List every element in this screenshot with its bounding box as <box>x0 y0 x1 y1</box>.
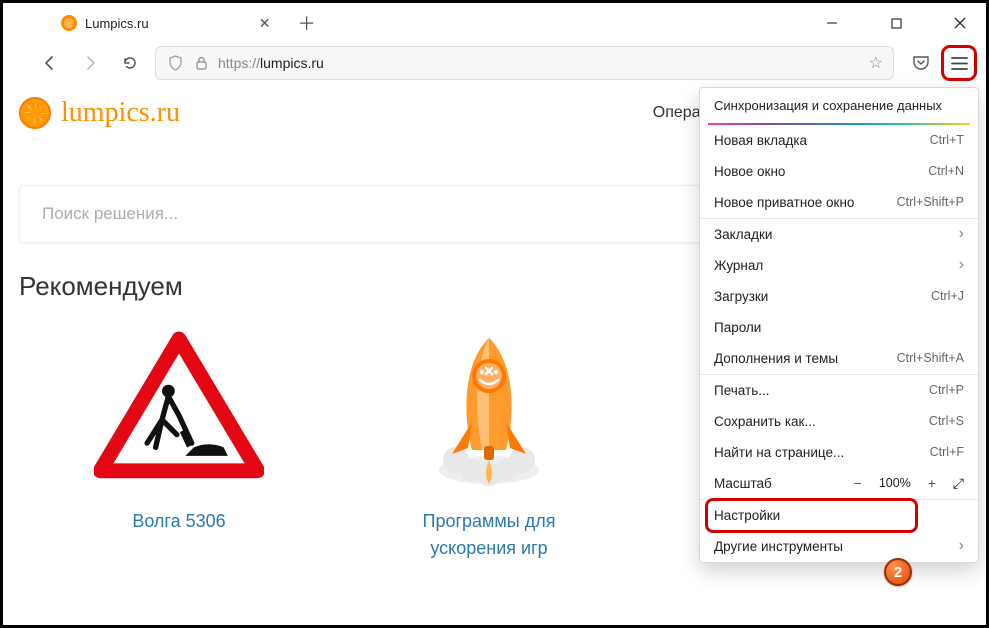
tab-title: Lumpics.ru <box>85 16 149 31</box>
menu-save-as[interactable]: Сохранить как... Ctrl+S <box>700 406 978 437</box>
shortcut: Ctrl+S <box>929 414 964 428</box>
window-minimize-button[interactable] <box>812 3 852 43</box>
menu-label: Журнал <box>714 258 763 273</box>
fullscreen-icon[interactable]: ⤢ <box>953 475 964 492</box>
menu-label: Пароли <box>714 320 761 335</box>
card-gamespeed[interactable]: Программы для ускорения игр <box>379 322 599 562</box>
chevron-right-icon: › <box>959 225 964 243</box>
menu-label: Сохранить как... <box>714 414 816 429</box>
site-logo[interactable]: lumpics.ru <box>19 97 180 129</box>
tab-close-icon[interactable]: ✕ <box>257 15 273 31</box>
orange-icon <box>19 97 51 129</box>
chevron-right-icon: › <box>959 256 964 274</box>
browser-tab[interactable]: Lumpics.ru ✕ <box>51 6 283 40</box>
menu-settings[interactable]: Настройки <box>700 500 978 531</box>
shield-icon <box>166 54 184 72</box>
menu-bookmarks[interactable]: Закладки › <box>700 219 978 250</box>
roadworks-icon <box>94 322 264 492</box>
pocket-icon[interactable] <box>908 50 934 76</box>
window-controls <box>812 3 980 43</box>
reload-button[interactable] <box>119 52 141 74</box>
shortcut: Ctrl+P <box>929 383 964 397</box>
new-tab-button[interactable]: ＋ <box>293 9 321 37</box>
zoom-out-button[interactable]: − <box>849 476 867 491</box>
nav-buttons <box>15 52 145 74</box>
menu-label: Закладки <box>714 227 772 242</box>
favicon-icon <box>61 15 77 31</box>
forward-button[interactable] <box>79 52 101 74</box>
bookmark-star-icon[interactable]: ☆ <box>869 53 883 73</box>
address-bar[interactable]: https://lumpics.ru ☆ <box>155 46 894 80</box>
menu-label: Найти на странице... <box>714 445 844 460</box>
card-title: Программы для ускорения игр <box>379 508 599 562</box>
menu-label: Дополнения и темы <box>714 351 838 366</box>
url-text: https://lumpics.ru <box>218 55 861 71</box>
menu-downloads[interactable]: Загрузки Ctrl+J <box>700 281 978 312</box>
menu-label: Загрузки <box>714 289 768 304</box>
menu-label: Настройки <box>714 508 780 523</box>
zoom-value: 100% <box>879 476 911 490</box>
menu-new-window[interactable]: Новое окно Ctrl+N <box>700 156 978 187</box>
hamburger-menu-panel: Синхронизация и сохранение данных Новая … <box>699 87 979 563</box>
chevron-right-icon: › <box>959 537 964 555</box>
window-maximize-button[interactable] <box>876 3 916 43</box>
card-volga[interactable]: Волга 5306 <box>69 322 289 562</box>
hamburger-menu-button[interactable] <box>944 48 974 78</box>
shortcut: Ctrl+Shift+P <box>897 195 964 209</box>
menu-addons[interactable]: Дополнения и темы Ctrl+Shift+A <box>700 343 978 374</box>
back-button[interactable] <box>39 52 61 74</box>
menu-passwords[interactable]: Пароли <box>700 312 978 343</box>
tab-bar: Lumpics.ru ✕ ＋ <box>3 3 986 43</box>
zoom-in-button[interactable]: + <box>923 476 941 491</box>
rocket-icon <box>404 322 574 492</box>
menu-other-tools[interactable]: Другие инструменты › <box>700 531 978 562</box>
card-title: Волга 5306 <box>132 508 225 535</box>
menu-label: Масштаб <box>714 476 772 491</box>
browser-window: Lumpics.ru ✕ ＋ https://lumpics.ru <box>0 0 989 628</box>
menu-find[interactable]: Найти на странице... Ctrl+F <box>700 437 978 468</box>
menu-new-private[interactable]: Новое приватное окно Ctrl+Shift+P <box>700 187 978 218</box>
shortcut: Ctrl+F <box>930 445 964 459</box>
menu-label: Новое приватное окно <box>714 195 854 210</box>
window-close-button[interactable] <box>940 3 980 43</box>
menu-print[interactable]: Печать... Ctrl+P <box>700 375 978 406</box>
lock-icon <box>192 54 210 72</box>
shortcut: Ctrl+T <box>930 133 964 147</box>
site-logo-text: lumpics.ru <box>61 97 180 129</box>
shortcut: Ctrl+J <box>931 289 964 303</box>
menu-label: Печать... <box>714 383 769 398</box>
toolbar: https://lumpics.ru ☆ <box>3 43 986 83</box>
menu-zoom: Масштаб − 100% + ⤢ <box>700 468 978 499</box>
menu-label: Другие инструменты <box>714 539 843 554</box>
menu-label: Новая вкладка <box>714 133 807 148</box>
shortcut: Ctrl+Shift+A <box>897 351 964 365</box>
menu-history[interactable]: Журнал › <box>700 250 978 281</box>
shortcut: Ctrl+N <box>928 164 964 178</box>
search-placeholder: Поиск решения... <box>42 204 178 224</box>
menu-sync[interactable]: Синхронизация и сохранение данных <box>700 88 978 123</box>
menu-label: Новое окно <box>714 164 785 179</box>
menu-new-tab[interactable]: Новая вкладка Ctrl+T <box>700 125 978 156</box>
